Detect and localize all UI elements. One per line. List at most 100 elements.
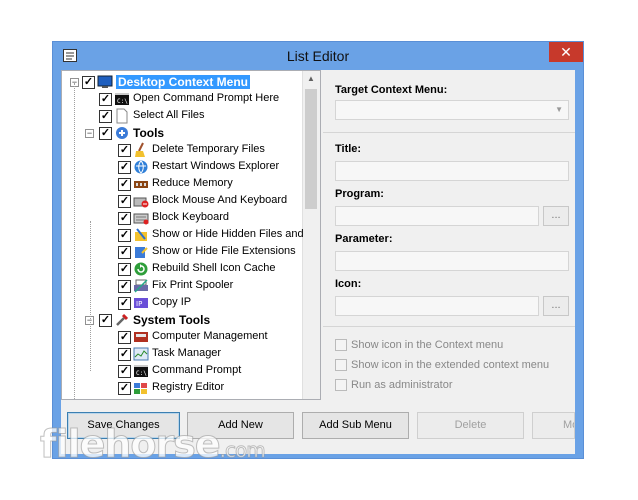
extended-menu-label: Show icon in the extended context menu (351, 359, 550, 371)
tree-item[interactable]: ✓ C:\ Open Command Prompt Here (62, 91, 302, 108)
checkbox-box[interactable] (335, 379, 347, 391)
tree-item-label: Open Command Prompt Here (133, 92, 280, 104)
tree-guide-line (90, 221, 91, 371)
title-field[interactable] (335, 161, 569, 181)
tree-item-label: Restart Windows Explorer (152, 160, 280, 172)
target-context-menu-label: Target Context Menu: (335, 84, 448, 96)
tree-item[interactable]: ✓ Registry Editor (62, 380, 302, 397)
tree-item[interactable]: − ✓ System Tools (62, 312, 302, 329)
parameter-label: Parameter: (335, 233, 393, 245)
checkbox-checked[interactable]: ✓ (118, 144, 131, 157)
tree-item[interactable]: ✓ Select All Files (62, 108, 302, 125)
task-manager-icon (133, 347, 149, 361)
checkbox-checked[interactable]: ✓ (99, 93, 112, 106)
program-field[interactable] (335, 206, 539, 226)
tree-item[interactable]: ✓ Restart Windows Explorer (62, 159, 302, 176)
filehorse-watermark: filehorse.com (40, 422, 267, 467)
window-title: List Editor (286, 48, 350, 64)
tree-item-label: Select All Files (133, 109, 205, 121)
hidden-files-icon (135, 228, 147, 241)
expander-minus-icon[interactable]: − (85, 129, 94, 138)
checkbox-box[interactable] (335, 359, 347, 371)
scroll-thumb[interactable] (305, 89, 317, 209)
tree-item-label: Block Mouse And Keyboard (152, 194, 288, 206)
globe-icon (134, 160, 148, 174)
tree-item[interactable]: ✓ Block Keyboard (62, 210, 302, 227)
tree-item-label: Block Keyboard (152, 211, 230, 223)
tree-item-label: System Tools (133, 313, 211, 327)
delete-button[interactable]: Delete (417, 412, 524, 439)
tree-item[interactable]: ✓ Block Mouse And Keyboard (62, 193, 302, 210)
context-menu-tree[interactable]: ▲ − ✓ Desktop Context Menu ✓ C:\ Open Command… (61, 70, 321, 400)
chevron-down-icon: ▼ (555, 105, 563, 114)
tree-item[interactable]: ✓ Fix Print Spooler (62, 278, 302, 295)
checkbox-checked[interactable]: ✓ (99, 314, 112, 327)
tree-item-label: Registry Editor (152, 381, 225, 393)
monitor-icon (97, 75, 113, 88)
tree-item-label: Show or Hide File Extensions (152, 245, 296, 257)
tree-item-label: Delete Temporary Files (152, 143, 265, 155)
icon-label: Icon: (335, 278, 362, 290)
close-button[interactable]: ✕ (549, 42, 583, 62)
tree-item-label: Copy IP (152, 296, 192, 308)
scroll-up-icon[interactable]: ▲ (307, 74, 315, 83)
tree-item[interactable]: ✓ Reduce Memory (62, 176, 302, 193)
checkbox-checked[interactable]: ✓ (99, 127, 112, 140)
memory-icon (134, 181, 148, 188)
cmd-icon: C:\ (115, 93, 129, 105)
icon-field[interactable] (335, 296, 539, 316)
tree-item[interactable]: ✓ Delete Temporary Files (62, 142, 302, 159)
tree-item[interactable]: ✓ Rebuild Shell Icon Cache (62, 261, 302, 278)
checkbox-checked[interactable]: ✓ (118, 178, 131, 191)
target-context-menu-select[interactable]: ▼ (335, 100, 569, 120)
checkbox-checked[interactable]: ✓ (118, 246, 131, 259)
checkbox-checked[interactable]: ✓ (118, 161, 131, 174)
add-sub-menu-button[interactable]: Add Sub Menu (302, 412, 409, 439)
cmd-icon: C:\ (134, 365, 148, 377)
keyboard-icon (133, 213, 149, 225)
more-button[interactable]: Mo (532, 412, 575, 439)
checkbox-checked[interactable]: ✓ (82, 76, 95, 89)
system-tools-icon (116, 313, 129, 326)
title-bar[interactable]: List Editor ✕ (53, 42, 583, 70)
checkbox-checked[interactable]: ✓ (118, 382, 131, 395)
tree-item[interactable]: ✓ C:\ Command Prompt (62, 363, 302, 380)
checkbox-checked[interactable]: ✓ (118, 263, 131, 276)
program-browse-button[interactable]: ... (543, 206, 569, 226)
checkbox-checked[interactable]: ✓ (118, 195, 131, 208)
checkbox-box[interactable] (335, 339, 347, 351)
title-label: Title: (335, 143, 362, 155)
show-icon-label: Show icon in the Context menu (351, 339, 504, 351)
run-as-admin-label: Run as administrator (351, 379, 453, 391)
tree-item[interactable]: ✓ Show or Hide Hidden Files and (62, 227, 304, 244)
refresh-icon (134, 262, 148, 276)
checkbox-checked[interactable]: ✓ (118, 229, 131, 242)
checkbox-checked[interactable]: ✓ (118, 297, 131, 310)
checkbox-checked[interactable]: ✓ (118, 348, 131, 361)
tree-item-label: Computer Management (152, 330, 268, 342)
tree-item[interactable]: − ✓ Tools (62, 125, 302, 142)
tree-item-label: Reduce Memory (152, 177, 233, 189)
registry-icon (134, 383, 147, 394)
checkbox-checked[interactable]: ✓ (118, 365, 131, 378)
checkbox-checked[interactable]: ✓ (99, 110, 112, 123)
tree-item[interactable]: ✓ Show or Hide File Extensions (62, 244, 302, 261)
client-area: ▲ − ✓ Desktop Context Menu ✓ C:\ Open Command… (61, 70, 575, 454)
tree-item-label: Tools (133, 126, 165, 140)
tree-item[interactable]: ✓ IP Copy IP (62, 295, 302, 312)
computer-management-icon (134, 332, 148, 342)
parameter-field[interactable] (335, 251, 569, 271)
tree-vertical-scrollbar[interactable]: ▲ (302, 71, 320, 399)
checkbox-checked[interactable]: ✓ (118, 331, 131, 344)
checkbox-checked[interactable]: ✓ (118, 212, 131, 225)
svg-text:C:\: C:\ (117, 98, 128, 105)
tree-item[interactable]: ✓ Task Manager (62, 346, 302, 363)
tree-item[interactable]: − ✓ Desktop Context Menu (62, 74, 302, 91)
tree-item[interactable]: ✓ Computer Management (62, 329, 302, 346)
icon-browse-button[interactable]: ... (543, 296, 569, 316)
program-label: Program: (335, 188, 384, 200)
tree-item-label: Rebuild Shell Icon Cache (152, 262, 276, 274)
tree-item-label: Show or Hide Hidden Files and (152, 228, 304, 240)
watermark-suffix: .com (219, 438, 266, 463)
checkbox-checked[interactable]: ✓ (118, 280, 131, 293)
